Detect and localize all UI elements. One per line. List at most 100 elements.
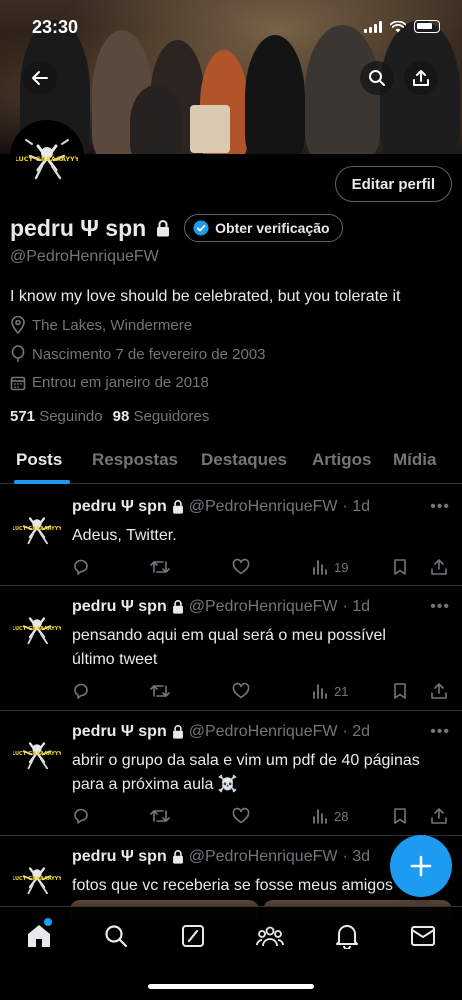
profile-name-row: pedru Ψ spn Obter verificação xyxy=(10,214,343,242)
post-avatar[interactable]: LUCY GRAAAAYYY xyxy=(12,502,62,552)
post-time[interactable]: · 1d xyxy=(342,598,370,616)
post-text: fotos que vc receberia se fosse meus ami… xyxy=(72,877,394,894)
post-author-name[interactable]: pedru Ψ spn xyxy=(72,723,167,741)
post-actions: 19 xyxy=(72,558,450,580)
bookmark-button[interactable] xyxy=(392,807,408,825)
post-avatar[interactable]: LUCY GRAAAAYYY xyxy=(12,602,62,652)
wifi-icon xyxy=(390,20,406,32)
like-button[interactable] xyxy=(232,682,250,700)
post-author-name[interactable]: pedru Ψ spn xyxy=(72,848,167,866)
views-button[interactable]: 28 xyxy=(312,807,348,825)
compose-fab-button[interactable] xyxy=(390,835,452,897)
views-button[interactable]: 21 xyxy=(312,682,348,700)
post-author-handle[interactable]: @PedroHenriqueFW xyxy=(189,723,338,741)
following-label: Seguindo xyxy=(39,408,103,425)
profile-avatar[interactable]: LUCY GRAAAAYYY xyxy=(10,120,84,194)
post-author-name[interactable]: pedru Ψ spn xyxy=(72,598,167,616)
post-item[interactable]: LUCY GRAAAAYYY pedru Ψ spn @PedroHenriqueF… xyxy=(0,486,462,586)
reply-button[interactable] xyxy=(72,558,90,576)
tab-media[interactable]: Mídia xyxy=(393,450,436,470)
communities-icon xyxy=(256,926,284,947)
share-post-button[interactable] xyxy=(430,558,448,576)
post-item[interactable]: LUCY GRAAAAYYY pedru Ψ spn @PedroHenriqueF… xyxy=(0,711,462,836)
lock-icon xyxy=(172,500,183,514)
search-button[interactable] xyxy=(360,61,394,95)
bookmark-button[interactable] xyxy=(392,682,408,700)
back-button[interactable] xyxy=(23,61,57,95)
svg-text:LUCY GRAAAAYYY: LUCY GRAAAAYYY xyxy=(13,751,61,757)
edit-profile-button[interactable]: Editar perfil xyxy=(334,166,452,202)
reply-icon xyxy=(74,559,88,575)
joined-text: Entrou em janeiro de 2018 xyxy=(32,374,209,391)
heart-icon xyxy=(232,682,250,699)
profile-tabs: Posts Respostas Destaques Artigos Mídia xyxy=(0,440,462,484)
get-verified-button[interactable]: Obter verificação xyxy=(184,214,343,242)
post-header: pedru Ψ spn @PedroHenriqueFW · 1d xyxy=(72,598,370,616)
tab-highlights[interactable]: Destaques xyxy=(201,450,287,470)
post-more-button[interactable]: ••• xyxy=(430,598,450,616)
post-author-handle[interactable]: @PedroHenriqueFW xyxy=(189,498,338,516)
skeleton-logo-icon: LUCY GRAAAAYYY xyxy=(13,517,61,545)
post-author-handle[interactable]: @PedroHenriqueFW xyxy=(189,848,338,866)
nav-search[interactable] xyxy=(101,921,131,951)
svg-text:LUCY GRAAAAYYY: LUCY GRAAAAYYY xyxy=(13,876,61,882)
nav-notifications[interactable] xyxy=(332,921,362,951)
repost-icon xyxy=(150,685,170,697)
nav-messages[interactable] xyxy=(408,921,438,951)
share-post-button[interactable] xyxy=(430,682,448,700)
reply-icon xyxy=(74,808,88,824)
share-post-button[interactable] xyxy=(430,807,448,825)
heart-icon xyxy=(232,558,250,575)
active-tab-indicator xyxy=(14,480,70,484)
post-author-handle[interactable]: @PedroHenriqueFW xyxy=(189,598,338,616)
balloon-icon xyxy=(11,345,25,362)
post-text: pensando aqui em qual será o meu possíve… xyxy=(72,627,386,668)
share-button[interactable] xyxy=(404,61,438,95)
post-time[interactable]: · 1d xyxy=(342,498,370,516)
follow-stats: 571 Seguindo 98 Seguidores xyxy=(10,408,209,425)
repost-button[interactable] xyxy=(150,807,170,825)
tab-replies[interactable]: Respostas xyxy=(92,450,178,470)
battery-icon xyxy=(414,20,440,33)
home-notification-dot xyxy=(44,918,52,926)
post-item[interactable]: LUCY GRAAAAYYY pedru Ψ spn @PedroHenriqueF… xyxy=(0,586,462,711)
profile-birthday: Nascimento 7 de fevereiro de 2003 xyxy=(10,345,265,363)
tab-articles[interactable]: Artigos xyxy=(312,450,372,470)
search-icon xyxy=(105,925,128,948)
reply-button[interactable] xyxy=(72,807,90,825)
following-link[interactable]: 571 Seguindo xyxy=(10,408,103,425)
skeleton-logo-icon: LUCY GRAAAAYYY xyxy=(13,617,61,645)
location-text: The Lakes, Windermere xyxy=(32,316,193,334)
status-icons xyxy=(364,20,440,33)
reply-button[interactable] xyxy=(72,682,90,700)
views-button[interactable]: 19 xyxy=(312,558,348,576)
followers-link[interactable]: 98 Seguidores xyxy=(113,408,210,425)
lock-icon xyxy=(172,725,183,739)
post-author-name[interactable]: pedru Ψ spn xyxy=(72,498,167,516)
like-button[interactable] xyxy=(232,807,250,825)
mail-icon xyxy=(411,926,435,946)
nav-communities[interactable] xyxy=(255,921,285,951)
repost-button[interactable] xyxy=(150,558,170,576)
post-actions: 28 xyxy=(72,807,450,829)
post-time[interactable]: · 3d xyxy=(342,848,370,866)
followers-count: 98 xyxy=(112,408,130,425)
post-avatar[interactable]: LUCY GRAAAAYYY xyxy=(12,727,62,777)
svg-text:LUCY GRAAAAYYY: LUCY GRAAAAYYY xyxy=(16,155,78,163)
like-button[interactable] xyxy=(232,558,250,576)
lock-icon xyxy=(172,600,183,614)
followers-label: Seguidores xyxy=(133,408,210,425)
search-icon xyxy=(369,70,385,86)
reply-icon xyxy=(74,683,88,699)
post-avatar[interactable]: LUCY GRAAAAYYY xyxy=(12,852,62,902)
nav-grok[interactable] xyxy=(178,921,208,951)
status-time: 23:30 xyxy=(32,17,79,37)
post-more-button[interactable]: ••• xyxy=(430,723,450,741)
profile-handle: @PedroHenriqueFW xyxy=(10,248,159,265)
post-more-button[interactable]: ••• xyxy=(430,498,450,516)
tab-posts[interactable]: Posts xyxy=(16,450,62,470)
following-count: 571 xyxy=(10,408,36,425)
post-time[interactable]: · 2d xyxy=(342,723,370,741)
repost-button[interactable] xyxy=(150,682,170,700)
bookmark-button[interactable] xyxy=(392,558,408,576)
